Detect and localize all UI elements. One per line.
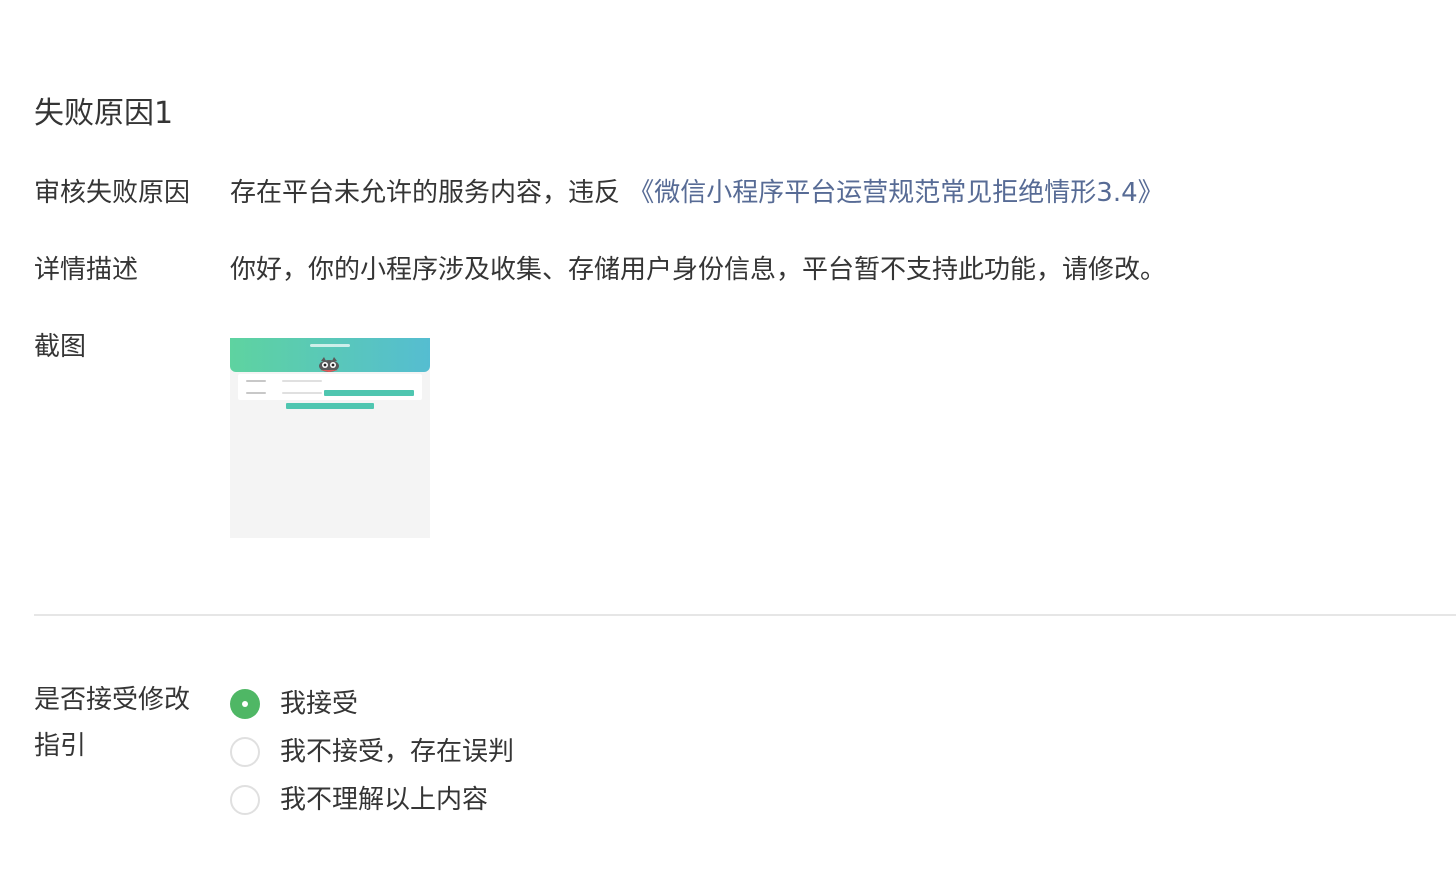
screenshot-row: 截图 xyxy=(34,327,430,538)
thumbnail-field-label xyxy=(246,380,266,382)
mascot-icon xyxy=(319,357,339,372)
radio-accept-label[interactable]: 我接受 xyxy=(280,684,358,724)
radio-option-accept[interactable]: 我接受 xyxy=(230,680,514,728)
thumbnail-form-card xyxy=(238,374,422,400)
accept-radio-group: 我接受 我不接受，存在误判 我不理解以上内容 xyxy=(230,680,514,824)
thumbnail-code-button xyxy=(324,390,414,396)
accept-guidance-label: 是否接受修改指引 xyxy=(34,685,191,761)
thumbnail-header xyxy=(230,338,430,372)
reason-value: 存在平台未允许的服务内容，违反 《微信小程序平台运营规范常见拒绝情形3.4》 xyxy=(230,173,1164,213)
radio-option-not-understand[interactable]: 我不理解以上内容 xyxy=(230,776,514,824)
thumbnail-title-line xyxy=(310,344,350,347)
policy-link[interactable]: 《微信小程序平台运营规范常见拒绝情形3.4》 xyxy=(628,178,1163,208)
section-title: 失败原因1 xyxy=(34,96,174,131)
screenshot-label: 截图 xyxy=(34,332,87,362)
radio-option-reject[interactable]: 我不接受，存在误判 xyxy=(230,728,514,776)
detail-label: 详情描述 xyxy=(34,255,139,285)
thumbnail-field-label xyxy=(246,392,266,394)
screenshot-thumbnail[interactable] xyxy=(230,338,430,538)
radio-reject-label[interactable]: 我不接受，存在误判 xyxy=(280,732,514,772)
thumbnail-submit-button xyxy=(286,403,374,409)
reason-label: 审核失败原因 xyxy=(34,178,191,208)
radio-not-understand-label[interactable]: 我不理解以上内容 xyxy=(280,780,488,820)
section-divider xyxy=(34,614,1456,616)
reason-row: 审核失败原因 存在平台未允许的服务内容，违反 《微信小程序平台运营规范常见拒绝情… xyxy=(34,173,1164,213)
radio-not-understand-icon[interactable] xyxy=(230,785,260,815)
thumbnail-field-input xyxy=(282,392,322,394)
detail-row: 详情描述 你好，你的小程序涉及收集、存储用户身份信息，平台暂不支持此功能，请修改… xyxy=(34,250,1166,290)
radio-reject-icon[interactable] xyxy=(230,737,260,767)
reason-text: 存在平台未允许的服务内容，违反 xyxy=(230,178,621,208)
thumbnail-field-input xyxy=(282,380,322,382)
radio-accept-icon[interactable] xyxy=(230,689,260,719)
detail-text: 你好，你的小程序涉及收集、存储用户身份信息，平台暂不支持此功能，请修改。 xyxy=(230,255,1167,285)
